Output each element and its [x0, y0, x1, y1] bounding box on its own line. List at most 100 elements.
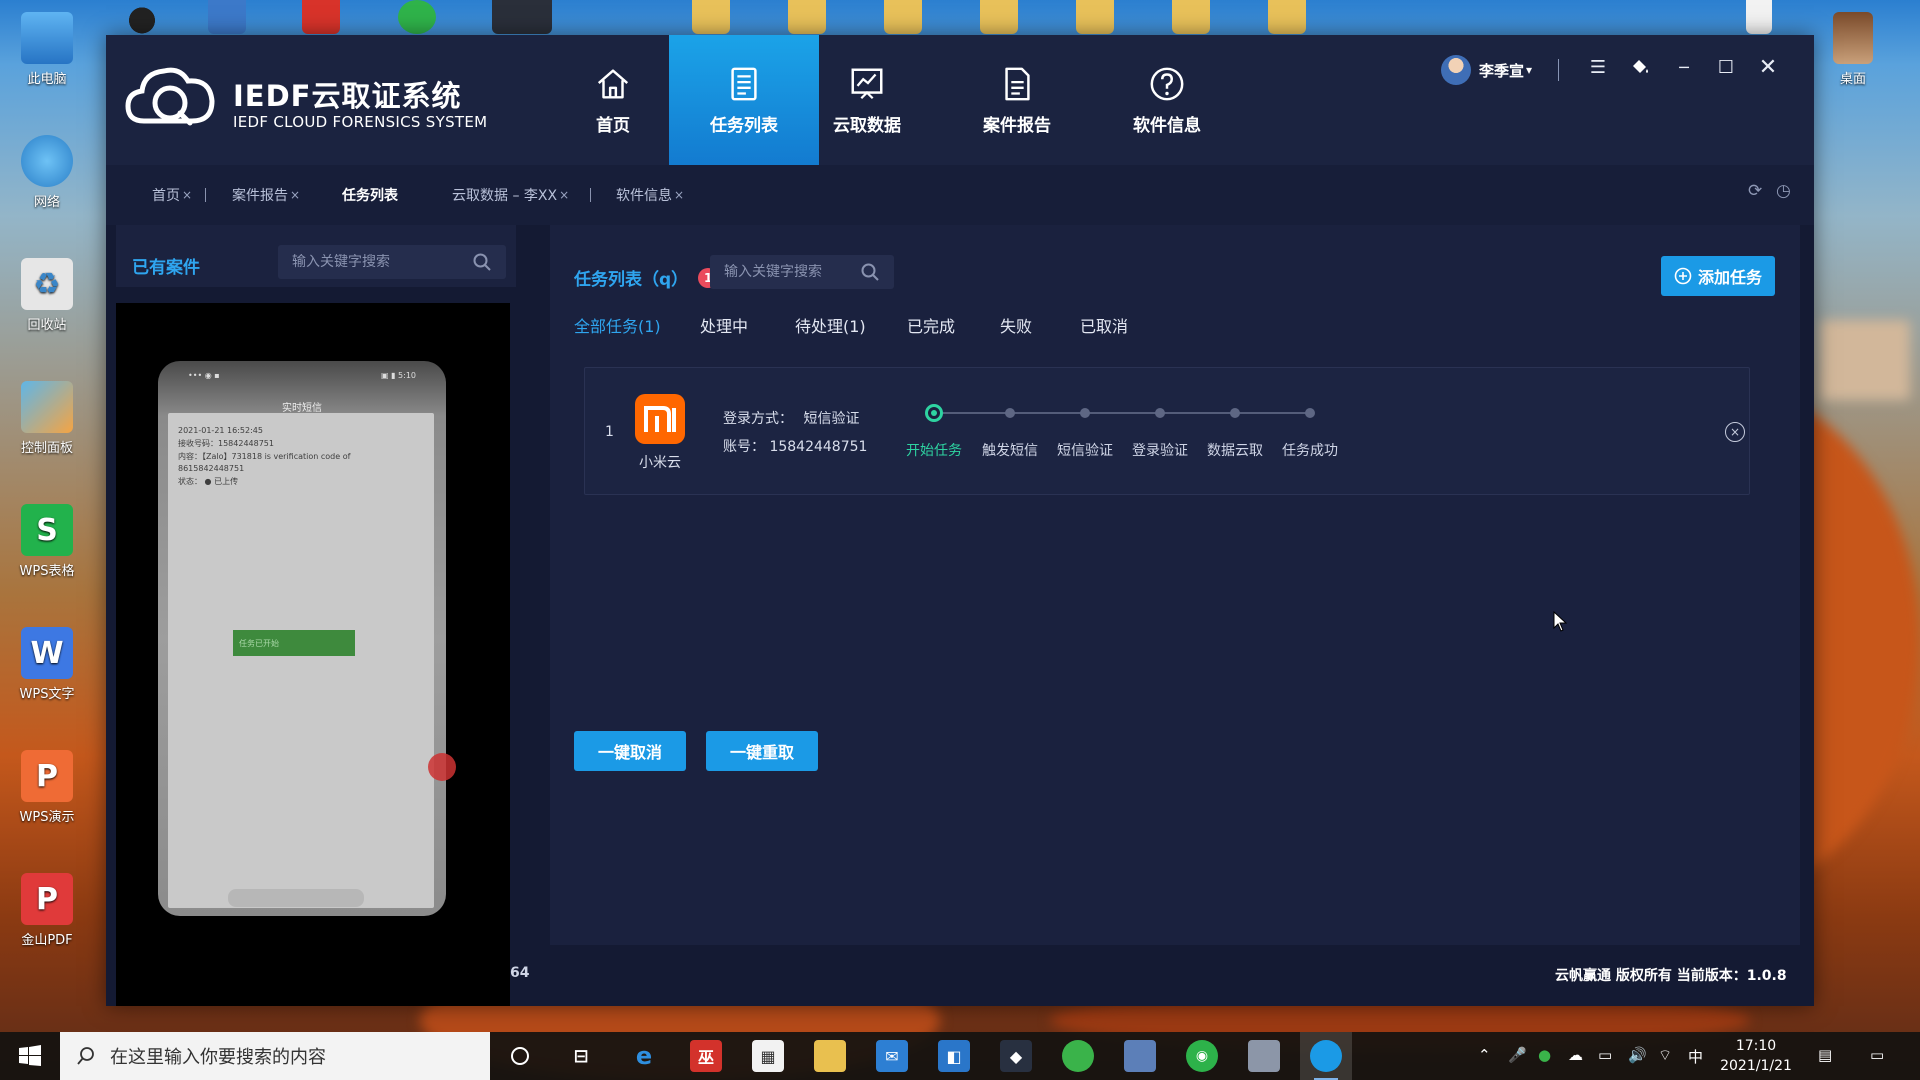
green-browser-icon[interactable]: [1062, 1040, 1094, 1072]
cortana-icon[interactable]: [504, 1040, 536, 1072]
microphone-icon[interactable]: 🎤: [1508, 1046, 1527, 1064]
volume-icon[interactable]: 🔊: [1628, 1046, 1647, 1064]
folder-icon[interactable]: [692, 0, 730, 34]
remote-desktop-icon[interactable]: [1124, 1040, 1156, 1072]
taskbar-clock[interactable]: 17:10 2021/1/21: [1716, 1036, 1796, 1076]
tab-software-info[interactable]: 软件信息 ×: [616, 185, 684, 205]
qq-icon[interactable]: [122, 0, 162, 34]
tab-cloud-data[interactable]: 云取数据 – 李XX ×: [452, 185, 569, 205]
close-button[interactable]: ✕: [1750, 49, 1786, 85]
input-method-indicator[interactable]: 中: [1688, 1046, 1703, 1067]
account-value: 15842448751: [769, 439, 868, 455]
cloud-tray-icon[interactable]: ☁: [1568, 1046, 1583, 1064]
tag-icon[interactable]: ☰: [1580, 49, 1616, 85]
close-icon[interactable]: ×: [559, 188, 569, 202]
filter-tab-processing[interactable]: 处理中: [700, 313, 748, 337]
desktop-icon-kingsoft-pdf[interactable]: P 金山PDF: [2, 873, 92, 948]
history-icon[interactable]: ◷: [1776, 181, 1791, 201]
tray-chevron-icon[interactable]: ⌃: [1478, 1046, 1491, 1064]
chat-app-icon[interactable]: [398, 0, 436, 34]
red-app-icon[interactable]: [302, 0, 340, 34]
desktop-icon-wps-presentation[interactable]: P WPS演示: [2, 750, 92, 825]
minimize-button[interactable]: ─: [1666, 49, 1702, 85]
edge-browser-icon[interactable]: e: [628, 1040, 660, 1072]
home-icon: [597, 68, 629, 99]
tab-label: 首页: [152, 188, 180, 204]
tab-case-report[interactable]: 案件报告 ×: [232, 185, 300, 205]
xiaomi-cloud-icon: [635, 394, 685, 444]
case-search-input[interactable]: [292, 254, 472, 270]
search-icon[interactable]: [860, 262, 880, 282]
task-row[interactable]: 1 小米云 登录方式： 短信验证 账号： 15842448751 开始任务 触发…: [584, 367, 1750, 495]
folder-icon[interactable]: [1172, 0, 1210, 34]
paint-bucket-icon[interactable]: [1622, 49, 1658, 85]
tab-home[interactable]: 首页 ×: [152, 185, 192, 205]
filter-tab-pending[interactable]: 待处理(1): [795, 313, 866, 337]
taskbar-search[interactable]: 在这里输入你要搜索的内容: [60, 1032, 490, 1080]
shield-app-icon[interactable]: [208, 0, 246, 34]
game-app-icon[interactable]: ◆: [1000, 1040, 1032, 1072]
mail-icon[interactable]: ✉: [876, 1040, 908, 1072]
nav-home[interactable]: 首页: [538, 35, 688, 165]
iedf-app-icon[interactable]: [1310, 1040, 1342, 1080]
green-tray-icon[interactable]: ●: [1538, 1046, 1551, 1064]
cancel-all-button[interactable]: 一键取消: [574, 731, 686, 771]
close-icon[interactable]: ×: [290, 188, 300, 202]
start-button[interactable]: [0, 1032, 60, 1080]
wechat-icon[interactable]: ◉: [1186, 1040, 1218, 1072]
battery-icon[interactable]: ▭: [1598, 1046, 1612, 1064]
task-search-input[interactable]: [724, 264, 860, 280]
computer-icon: [21, 12, 73, 64]
task-view-icon[interactable]: ⊟: [565, 1040, 597, 1072]
office-app-icon[interactable]: ◧: [938, 1040, 970, 1072]
folder-icon[interactable]: [884, 0, 922, 34]
nav-cloud-data[interactable]: 云取数据: [792, 35, 942, 165]
desktop-icon-wps-spreadsheet[interactable]: S WPS表格: [2, 504, 92, 579]
folder-icon[interactable]: [1268, 0, 1306, 34]
cloud-logo-icon: [125, 67, 215, 126]
desktop-icon-this-pc[interactable]: 此电脑: [2, 12, 92, 87]
user-menu[interactable]: 李季宣 ▾: [1441, 55, 1532, 85]
notes-icon[interactable]: ▤: [1818, 1046, 1832, 1064]
desktop-icon-desktop[interactable]: 桌面: [1808, 12, 1898, 87]
desktop-icon-control-panel[interactable]: 控制面板: [2, 381, 92, 456]
search-icon[interactable]: [472, 252, 492, 272]
filter-tab-all[interactable]: 全部任务(1): [574, 313, 661, 337]
retry-all-button[interactable]: 一键重取: [706, 731, 818, 771]
maximize-button[interactable]: ☐: [1708, 49, 1744, 85]
sms-status: 状态： ● 已上传: [178, 477, 239, 487]
filter-tab-completed[interactable]: 已完成: [907, 313, 955, 337]
desktop-icon-recycle-bin[interactable]: ♻ 回收站: [2, 258, 92, 333]
add-task-button[interactable]: 添加任务: [1661, 256, 1775, 296]
desktop-icon-wps-writer[interactable]: W WPS文字: [2, 627, 92, 702]
document-icon[interactable]: [1746, 0, 1772, 34]
filter-tab-cancelled[interactable]: 已取消: [1080, 313, 1128, 337]
network-status-icon[interactable]: ⌔: [1658, 1046, 1672, 1065]
filter-tab-failed[interactable]: 失败: [1000, 313, 1032, 337]
phone-mirror-view[interactable]: ••• ◉ ▪ ▣ ▮ 5:10 实时短信 2021-01-21 16:52:4…: [116, 303, 510, 1006]
step-label: 登录验证: [1132, 443, 1188, 459]
close-icon[interactable]: ×: [674, 188, 684, 202]
file-explorer-icon[interactable]: [814, 1040, 846, 1072]
folder-icon[interactable]: [788, 0, 826, 34]
clock-time: 17:10: [1735, 1038, 1777, 1054]
folder-icon[interactable]: [1076, 0, 1114, 34]
action-center-icon[interactable]: ▭: [1870, 1046, 1884, 1064]
nav-software-info[interactable]: 软件信息: [1092, 35, 1242, 165]
close-icon[interactable]: ×: [182, 188, 192, 202]
red-app-icon[interactable]: 巫: [690, 1040, 722, 1072]
game-app-icon[interactable]: [492, 0, 552, 34]
desktop-icon-network[interactable]: 网络: [2, 135, 92, 210]
sms-card: 2021-01-21 16:52:45 接收号码：15842448751 内容：…: [178, 425, 418, 489]
printer-app-icon[interactable]: [1248, 1040, 1280, 1072]
folder-icon[interactable]: [980, 0, 1018, 34]
nav-case-report[interactable]: 案件报告: [942, 35, 1092, 165]
desktop-icon-label: 桌面: [1839, 72, 1866, 87]
login-method: 登录方式： 短信验证: [723, 408, 859, 428]
store-icon[interactable]: ▦: [752, 1040, 784, 1072]
city-building: [1820, 320, 1910, 400]
remove-task-button[interactable]: ×: [1725, 422, 1745, 442]
tab-task-list[interactable]: 任务列表: [342, 185, 398, 205]
refresh-icon[interactable]: ⟳: [1748, 181, 1762, 201]
phone-status-right: ▣ ▮ 5:10: [380, 371, 416, 380]
